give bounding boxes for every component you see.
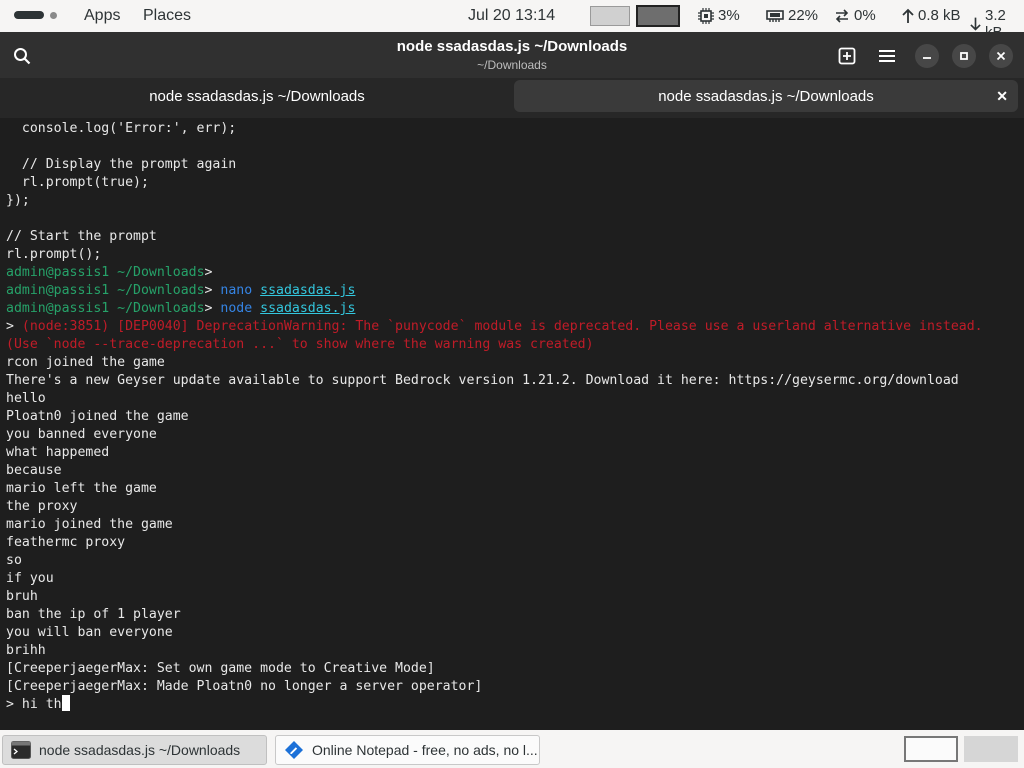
prompt-symbol: > — [204, 265, 213, 280]
workspace-thumb-1[interactable] — [590, 6, 630, 26]
tab-2-active[interactable]: node ssadasdas.js ~/Downloads ✕ — [514, 80, 1018, 112]
prompt-line: admin@passis1 ~/Downloads> — [6, 264, 212, 282]
code-line: }); — [6, 193, 30, 208]
tab-close-icon[interactable]: ✕ — [996, 88, 1008, 105]
input-text: > hi th — [6, 697, 62, 712]
cpu-icon — [698, 7, 714, 24]
window-title: node ssadasdas.js ~/Downloads — [396, 38, 628, 55]
arrow-down-icon — [970, 17, 981, 31]
prompt-user: admin@passis1 — [6, 265, 110, 280]
close-icon — [996, 51, 1006, 61]
file-link[interactable]: ssadasdas.js — [260, 301, 355, 316]
warning-text: (node:3851) [DEP0040] DeprecationWarning… — [21, 319, 983, 334]
output-line: Ploatn0 joined the game — [6, 409, 189, 424]
warning-line: > (node:3851) [DEP0040] DeprecationWarni… — [6, 318, 983, 336]
prompt-symbol: > — [204, 283, 213, 298]
memory-icon — [766, 9, 784, 22]
terminal-output[interactable]: console.log('Error:', err); // Display t… — [0, 118, 1024, 730]
minimize-icon — [923, 57, 931, 59]
workspace-dot — [50, 11, 57, 19]
hamburger-menu-button[interactable] — [875, 44, 899, 68]
cpu-value: 3% — [718, 7, 740, 24]
code-line: // Start the prompt — [6, 229, 157, 244]
taskbar-terminal[interactable]: node ssadasdas.js ~/Downloads — [2, 735, 267, 765]
command-nano: nano — [220, 283, 253, 298]
tab-bar: node ssadasdas.js ~/Downloads node ssada… — [0, 78, 1024, 118]
clock[interactable]: Jul 20 13:14 — [468, 7, 555, 25]
new-tab-icon — [838, 47, 856, 65]
taskbar-notepad-label: Online Notepad - free, no ads, no l... — [312, 742, 538, 758]
prompt-line: admin@passis1 ~/Downloads> nano ssadasda… — [6, 282, 355, 300]
terminal-headerbar: node ssadasdas.js ~/Downloads ~/Download… — [0, 32, 1024, 78]
output-line: bruh — [6, 589, 38, 604]
new-tab-button[interactable] — [835, 44, 859, 68]
memory-value: 22% — [788, 7, 819, 24]
taskbar-notepad[interactable]: Online Notepad - free, no ads, no l... — [275, 735, 540, 765]
output-line: ban the ip of 1 player — [6, 607, 181, 622]
cpu-monitor[interactable]: 3% — [698, 7, 740, 24]
workspace-indicator[interactable] — [14, 11, 57, 19]
output-line: what happemed — [6, 445, 110, 460]
output-line: [CreeperjaegerMax: Made Ploatn0 no longe… — [6, 679, 483, 694]
prompt-dir: ~/Downloads — [117, 301, 205, 316]
output-line: mario left the game — [6, 481, 157, 496]
workspace-switcher-2[interactable] — [964, 736, 1018, 762]
code-line: // Display the prompt again — [6, 157, 237, 172]
warning-line: (Use `node --trace-deprecation ...` to s… — [6, 337, 594, 352]
prompt-symbol: > — [204, 301, 213, 316]
code-line: rl.prompt(true); — [6, 175, 149, 190]
prompt-user: admin@passis1 — [6, 283, 110, 298]
code-line: rl.prompt(); — [6, 247, 102, 262]
net-up-monitor[interactable]: 0.8 kB — [902, 7, 961, 24]
output-line: you banned everyone — [6, 427, 157, 442]
notepad-app-icon — [285, 741, 303, 759]
output-line: mario joined the game — [6, 517, 173, 532]
output-line: There's a new Geyser update available to… — [6, 373, 959, 388]
top-panel: Apps Places Jul 20 13:14 3% 22% 0% 0.8 k… — [0, 0, 1024, 41]
arrow-up-icon — [902, 8, 914, 23]
file-link[interactable]: ssadasdas.js — [260, 283, 355, 298]
output-line: you will ban everyone — [6, 625, 173, 640]
prompt-user: admin@passis1 — [6, 301, 110, 316]
hamburger-menu-icon — [879, 50, 895, 62]
apps-menu[interactable]: Apps — [84, 7, 120, 25]
output-line: feathermc proxy — [6, 535, 126, 550]
output-line: because — [6, 463, 62, 478]
output-line: so — [6, 553, 22, 568]
swap-arrows-icon — [835, 8, 849, 23]
maximize-button[interactable] — [952, 44, 976, 68]
places-menu[interactable]: Places — [143, 7, 191, 25]
swap-monitor[interactable]: 0% — [834, 7, 876, 24]
swap-value: 0% — [854, 7, 876, 24]
maximize-icon — [960, 52, 968, 60]
warning-prefix: > — [6, 319, 22, 334]
window-subtitle: ~/Downloads — [477, 58, 547, 72]
text-cursor — [61, 695, 70, 711]
output-line: hello — [6, 391, 46, 406]
output-line: if you — [6, 571, 54, 586]
active-workspace-pill — [14, 11, 44, 19]
code-line: console.log('Error:', err); — [6, 121, 237, 136]
command-node: node — [220, 301, 253, 316]
prompt-dir: ~/Downloads — [117, 265, 205, 280]
workspace-switcher-1[interactable] — [904, 736, 958, 762]
input-line[interactable]: > hi th — [6, 695, 70, 714]
taskbar-terminal-label: node ssadasdas.js ~/Downloads — [39, 742, 241, 758]
taskbar: node ssadasdas.js ~/Downloads Online Not… — [0, 730, 1024, 768]
prompt-line: admin@passis1 ~/Downloads> node ssadasda… — [6, 300, 355, 318]
minimize-button[interactable] — [915, 44, 939, 68]
output-line: the proxy — [6, 499, 78, 514]
output-line: brihh — [6, 643, 46, 658]
workspace-thumb-2[interactable] — [636, 5, 680, 27]
output-line: [CreeperjaegerMax: Set own game mode to … — [6, 661, 435, 676]
prompt-dir: ~/Downloads — [117, 283, 205, 298]
net-up-value: 0.8 kB — [918, 7, 961, 24]
close-window-button[interactable] — [989, 44, 1013, 68]
tab-2-label: node ssadasdas.js ~/Downloads — [658, 87, 874, 105]
tab-1[interactable]: node ssadasdas.js ~/Downloads — [0, 80, 514, 112]
tab-1-label: node ssadasdas.js ~/Downloads — [149, 87, 365, 105]
output-line: rcon joined the game — [6, 355, 165, 370]
memory-monitor[interactable]: 22% — [766, 7, 818, 24]
terminal-app-icon — [11, 741, 31, 759]
